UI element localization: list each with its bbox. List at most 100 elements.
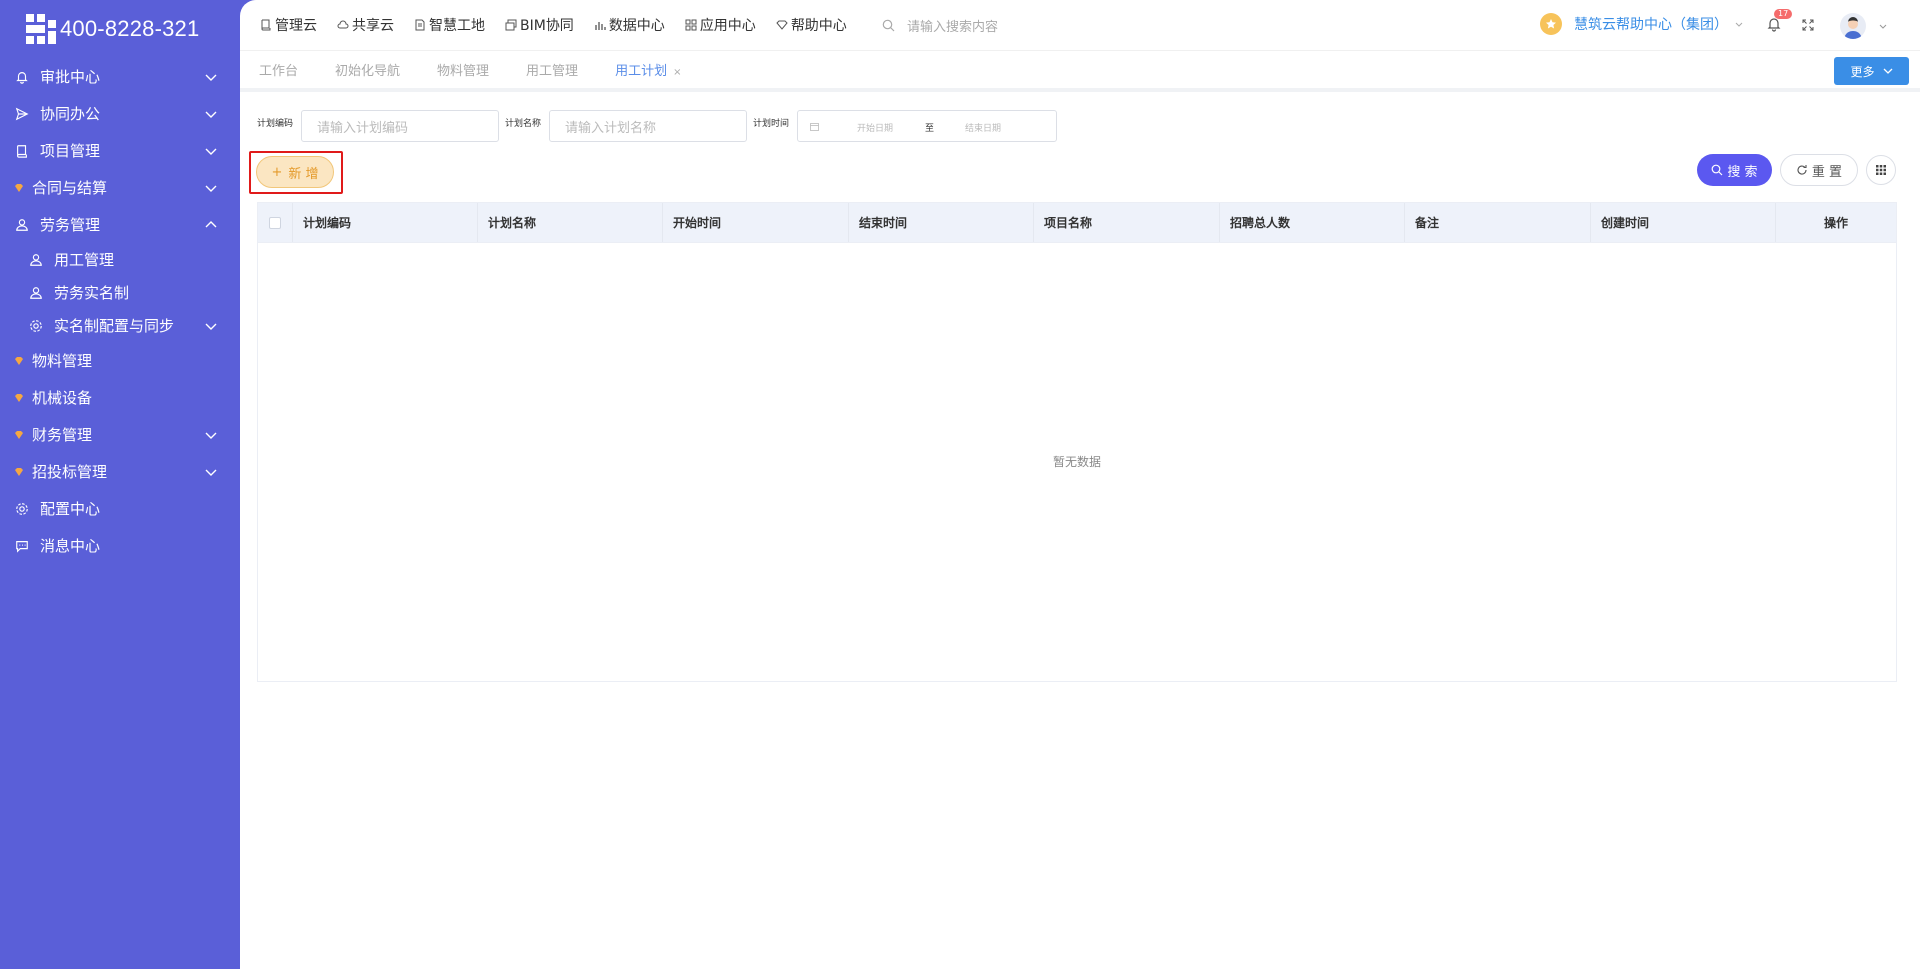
sidebar-item-finance[interactable]: 财务管理: [0, 416, 240, 453]
avatar[interactable]: [1840, 13, 1866, 39]
bar-chart-icon: [595, 22, 606, 30]
reset-button-label: 重 置: [1811, 164, 1843, 180]
sidebar-item-contract[interactable]: 合同与结算: [0, 169, 240, 206]
col-remark[interactable]: 备注: [1405, 203, 1591, 242]
search-button[interactable]: 搜 索: [1697, 154, 1772, 186]
chevron-down-icon: [205, 111, 217, 118]
plan-code-placeholder: 请输入计划编码: [317, 120, 409, 136]
tab-init-nav[interactable]: 初始化导航: [335, 60, 400, 79]
col-end-time[interactable]: 结束时间: [849, 203, 1034, 242]
plan-name-input[interactable]: 请输入计划名称: [549, 110, 748, 142]
topnav-label: 应用中心: [699, 18, 756, 34]
plan-name-placeholder: 请输入计划名称: [565, 120, 657, 136]
topnav-app-center[interactable]: 应用中心: [685, 15, 756, 35]
more-button[interactable]: 更多: [1834, 57, 1909, 85]
tab-label: 用工计划: [615, 64, 668, 79]
logo[interactable]: 400-8228-321: [0, 0, 240, 58]
sidebar-subitem-realname-config[interactable]: 实名制配置与同步: [0, 309, 240, 342]
tab-bar: 工作台 初始化导航 物料管理 用工管理 用工计划 × 更多: [240, 50, 1920, 92]
main-panel: 管理云 共享云 智慧工地 BIM协同 数据中心 应用中心 帮助中心 请输入搜索内…: [240, 0, 1920, 969]
chevron-down-icon: [1883, 68, 1892, 74]
sidebar-item-messages[interactable]: 消息中心: [0, 527, 240, 564]
user-icon: [28, 252, 44, 268]
topnav-data-center[interactable]: 数据中心: [594, 15, 665, 35]
close-icon[interactable]: ×: [673, 67, 681, 78]
gem-icon: [14, 427, 24, 443]
search-input-placeholder: 请输入搜索内容: [907, 20, 999, 35]
sidebar-item-collab[interactable]: 协同办公: [0, 95, 240, 132]
topnav-label: 共享云: [352, 18, 394, 34]
range-separator: 至: [925, 124, 935, 134]
chevron-down-icon: [1735, 22, 1743, 27]
fullscreen-icon[interactable]: [1802, 19, 1814, 31]
plan-code-input[interactable]: 请输入计划编码: [301, 110, 500, 142]
org-switcher[interactable]: 慧筑云帮助中心（集团）: [1540, 13, 1744, 35]
topnav-shared-cloud[interactable]: 共享云: [337, 15, 394, 35]
sidebar-item-project[interactable]: 项目管理: [0, 132, 240, 169]
topnav-smart-site[interactable]: 智慧工地: [414, 15, 485, 35]
bell-icon: [14, 69, 30, 85]
topnav-label: BIM协同: [520, 18, 574, 34]
tab-employment-plan[interactable]: 用工计划 ×: [615, 60, 681, 79]
topnav-help-center[interactable]: 帮助中心: [776, 15, 847, 35]
sidebar-item-label: 消息中心: [40, 537, 101, 555]
sidebar-subitem-realname[interactable]: 劳务实名制: [0, 276, 240, 309]
search-icon: [882, 19, 895, 32]
col-recruit-total[interactable]: 招聘总人数: [1220, 203, 1405, 242]
sidebar-item-config[interactable]: 配置中心: [0, 490, 240, 527]
sidebar-item-labor[interactable]: 劳务管理: [0, 206, 240, 243]
logo-icon: [26, 14, 56, 44]
tab-workbench[interactable]: 工作台: [259, 60, 298, 79]
sidebar-subitem-employment[interactable]: 用工管理: [0, 243, 240, 276]
col-created-time[interactable]: 创建时间: [1591, 203, 1776, 242]
sidebar-item-bidding[interactable]: 招投标管理: [0, 453, 240, 490]
add-button[interactable]: + 新 增: [256, 156, 334, 188]
sidebar-item-label: 协同办公: [40, 105, 101, 123]
plan-time-range[interactable]: 开始日期 至 结束日期: [797, 110, 1058, 142]
global-search[interactable]: 请输入搜索内容: [882, 16, 998, 35]
select-all-checkbox[interactable]: [269, 216, 281, 229]
chevron-down-icon: [205, 74, 217, 81]
chevron-down-icon: [205, 432, 217, 439]
topnav-label: 管理云: [275, 18, 317, 34]
reset-button[interactable]: 重 置: [1780, 154, 1858, 186]
sidebar-item-label: 配置中心: [40, 500, 101, 518]
sidebar-item-label: 财务管理: [32, 426, 93, 444]
cloud-icon: [337, 20, 349, 29]
plan-time-label: 计划时间: [753, 119, 790, 129]
sidebar-item-approval[interactable]: 审批中心: [0, 58, 240, 95]
col-actions: 操作: [1823, 216, 1848, 230]
sidebar-subitem-label: 实名制配置与同步: [54, 317, 175, 335]
tab-material[interactable]: 物料管理: [437, 60, 489, 79]
gem-icon: [14, 353, 24, 369]
topnav-bim[interactable]: BIM协同: [505, 15, 574, 35]
sidebar-item-machinery[interactable]: 机械设备: [0, 379, 240, 416]
avatar-icon: [1844, 17, 1862, 39]
col-start-time[interactable]: 开始时间: [663, 203, 849, 242]
tab-employment[interactable]: 用工管理: [526, 60, 578, 79]
search-button-label: 搜 索: [1727, 164, 1758, 180]
topnav-management-cloud[interactable]: 管理云: [260, 15, 317, 35]
search-icon: [1712, 164, 1723, 176]
chevron-down-icon: [205, 148, 217, 155]
topnav-label: 数据中心: [608, 18, 665, 34]
gem-icon: [14, 180, 24, 196]
chevron-down-icon[interactable]: [1878, 21, 1888, 31]
end-date-placeholder: 结束日期: [965, 124, 1002, 134]
book-icon: [14, 143, 30, 159]
sidebar-subitem-label: 用工管理: [54, 251, 115, 269]
col-plan-name[interactable]: 计划名称: [478, 203, 663, 242]
sidebar-item-label: 合同与结算: [32, 179, 108, 197]
col-plan-code[interactable]: 计划编码: [293, 203, 478, 242]
chevron-down-icon: [205, 185, 217, 192]
sidebar-item-material[interactable]: 物料管理: [0, 342, 240, 379]
topnav-label: 帮助中心: [790, 18, 847, 34]
add-button-label: 新 增: [288, 166, 319, 182]
chevron-up-icon: [205, 220, 217, 227]
column-settings-button[interactable]: [1866, 155, 1896, 185]
sidebar-item-label: 招投标管理: [32, 463, 108, 481]
sidebar-item-label: 物料管理: [32, 352, 93, 370]
col-project-name[interactable]: 项目名称: [1034, 203, 1220, 242]
grid-icon: [1876, 165, 1886, 175]
notification-bell[interactable]: 17: [1766, 9, 1793, 32]
